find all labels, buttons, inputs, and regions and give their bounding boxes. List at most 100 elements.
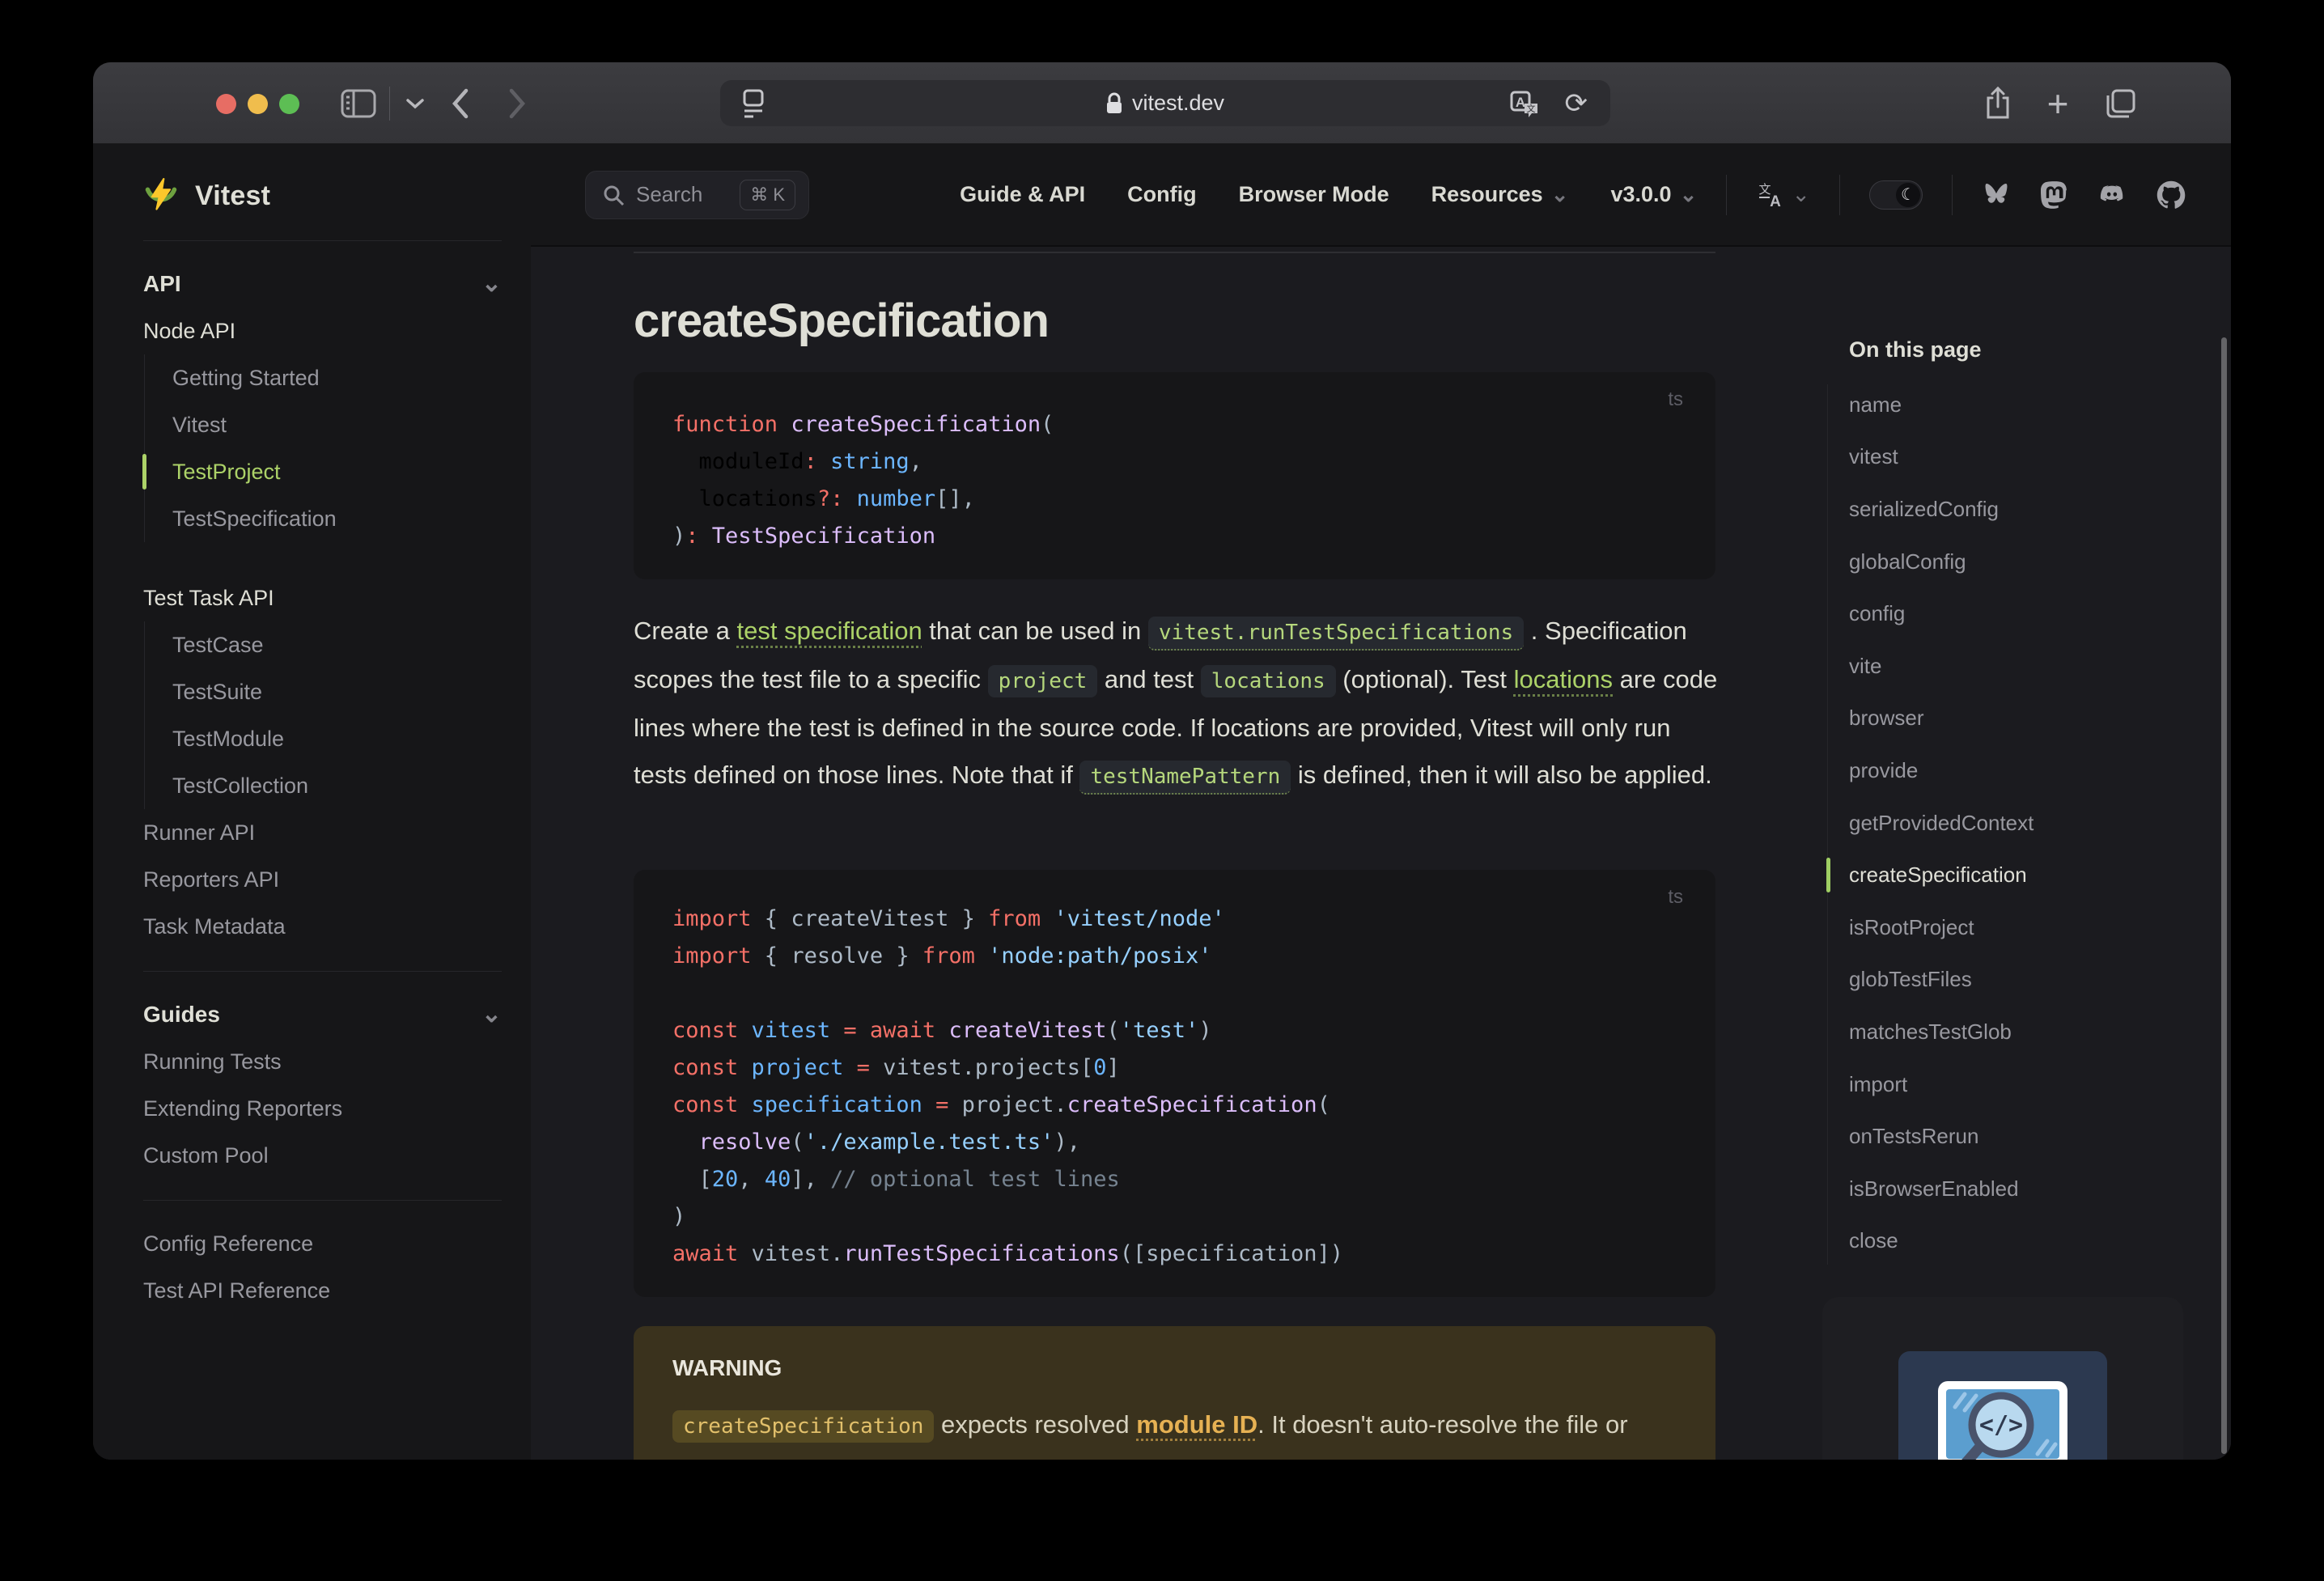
inline-link[interactable]: module ID	[1136, 1410, 1257, 1439]
sidebar-item[interactable]: Custom Pool	[143, 1132, 502, 1179]
address-bar[interactable]: vitest.dev A 文 ⟳	[720, 80, 1610, 126]
sidebar-item-active[interactable]: TestProject	[142, 448, 502, 495]
toc-item[interactable]: close	[1849, 1215, 2034, 1268]
search-button[interactable]: Search ⌘ K	[585, 170, 809, 219]
tab-group-chevron-button[interactable]	[399, 62, 431, 144]
translate-icon: A 文	[1510, 91, 1537, 117]
sidebar-item[interactable]: Running Tests	[143, 1038, 502, 1085]
reload-button[interactable]: ⟳	[1565, 87, 1588, 120]
sidebar-item[interactable]: Task Metadata	[143, 903, 502, 950]
minimize-window-button[interactable]	[248, 94, 268, 114]
nav-dropdown[interactable]: Resources ⌄	[1431, 182, 1569, 207]
inline-link[interactable]: locations	[1514, 665, 1613, 693]
sidebar-toggle-button[interactable]	[336, 62, 381, 144]
mastodon-link[interactable]	[2040, 180, 2067, 210]
chevron-down-icon: ⌄	[1550, 182, 1569, 206]
sidebar-item[interactable]: Config Reference	[143, 1220, 502, 1267]
toolbar-divider	[389, 87, 390, 121]
page-scrollbar[interactable]	[2221, 337, 2227, 1454]
inline-link[interactable]: vitest.runTestSpecifications	[1147, 617, 1525, 651]
brand[interactable]: Vitest	[143, 173, 531, 218]
github-link[interactable]	[2156, 180, 2186, 210]
inline-code: createSpecification	[672, 1410, 935, 1443]
inline-code: project	[987, 665, 1098, 697]
chevron-down-icon: ⌄	[481, 1001, 502, 1028]
close-window-button[interactable]	[216, 94, 236, 114]
toc-item[interactable]: getProvidedContext	[1849, 797, 2034, 850]
sponsor-card[interactable]: </>	[1822, 1297, 2183, 1460]
nav-link[interactable]: Browser Mode	[1239, 182, 1389, 207]
nav-dropdown[interactable]: v3.0.0 ⌄	[1611, 182, 1698, 207]
discord-icon	[2100, 184, 2123, 201]
sidebar-item[interactable]: Runner API	[143, 809, 502, 856]
toc-item[interactable]: serializedConfig	[1849, 483, 2034, 536]
webpage: Vitest API ⌄ Node API Getting Started Vitest…	[93, 144, 2231, 1460]
warning-callout: WARNING createSpecification expects reso…	[634, 1326, 1715, 1460]
toc-item[interactable]: vitest	[1849, 431, 2034, 484]
inline-link[interactable]: test specification	[737, 617, 922, 645]
sidebar-item[interactable]: TestCollection	[144, 762, 502, 809]
code-lang-badge: ts	[1668, 388, 1683, 410]
chevron-left-icon	[452, 88, 469, 118]
toc-item[interactable]: matchesTestGlob	[1849, 1006, 2034, 1058]
sidebar-item[interactable]: Vitest	[144, 401, 502, 448]
translate-button[interactable]: A 文	[1508, 87, 1541, 120]
toc-item-active[interactable]: createSpecification	[1826, 849, 2034, 901]
sidebar-item[interactable]: Getting Started	[144, 354, 502, 401]
forward-button[interactable]	[496, 62, 538, 144]
toc-item[interactable]: name	[1849, 379, 2034, 431]
brand-label: Vitest	[195, 180, 271, 211]
toc-item[interactable]: config	[1849, 587, 2034, 640]
chevron-down-icon: ⌄	[1792, 182, 1810, 206]
sidebar-item[interactable]: TestSpecification	[144, 495, 502, 542]
toc-item[interactable]: provide	[1849, 744, 2034, 797]
sidebar-item[interactable]: TestSuite	[144, 668, 502, 715]
sidebar-item[interactable]: Reporters API	[143, 856, 502, 903]
tab-overview-button[interactable]	[2098, 62, 2144, 144]
nav-link[interactable]: Config	[1127, 182, 1196, 207]
toggle-knob: ☾	[1896, 182, 1920, 207]
sidebar-nav: API ⌄ Node API Getting Started Vitest TestPro…	[142, 261, 531, 1314]
share-button[interactable]	[1975, 62, 2021, 144]
sidebar-toggle-icon	[341, 89, 376, 117]
language-menu[interactable]: 文 A ⌄	[1756, 180, 1810, 210]
toc-item[interactable]: globTestFiles	[1849, 954, 2034, 1007]
doc-content: createSpecification ts function createSp…	[531, 247, 2231, 1460]
sidebar-group-header[interactable]: API ⌄	[143, 261, 502, 307]
docs-sidebar: Vitest API ⌄ Node API Getting Started Vitest…	[93, 144, 531, 1460]
toc-item[interactable]: isBrowserEnabled	[1849, 1163, 2034, 1215]
code-block-example: ts import { createVitest } from 'vitest/…	[634, 870, 1715, 1297]
dark-mode-toggle[interactable]: ☾	[1869, 180, 1923, 210]
sidebar-item[interactable]: Extending Reporters	[143, 1085, 502, 1132]
sidebar-item[interactable]: Node API	[143, 307, 502, 354]
svg-text:</>: </>	[1979, 1411, 2023, 1439]
toc-item[interactable]: globalConfig	[1849, 536, 2034, 588]
toc-item[interactable]: isRootProject	[1849, 901, 2034, 954]
search-icon	[604, 185, 625, 206]
svg-text:A: A	[1771, 193, 1782, 210]
toc-item[interactable]: onTestsRerun	[1849, 1110, 2034, 1163]
inline-code: locations	[1200, 665, 1336, 697]
sidebar-item[interactable]: TestModule	[144, 715, 502, 762]
nav-link[interactable]: Guide & API	[960, 182, 1085, 207]
search-label: Search	[636, 182, 703, 206]
sidebar-item[interactable]: TestCase	[144, 621, 502, 668]
bluesky-link[interactable]	[1982, 181, 2011, 209]
new-tab-button[interactable]: +	[2035, 62, 2080, 144]
tabs-icon	[2106, 89, 2135, 117]
sidebar-item[interactable]: Test API Reference	[143, 1267, 502, 1314]
vitest-logo-icon	[145, 178, 177, 210]
inline-link[interactable]: testNamePattern	[1079, 761, 1291, 795]
back-button[interactable]	[439, 62, 481, 144]
sidebar-group-header[interactable]: Guides ⌄	[143, 991, 502, 1038]
sidebar-item[interactable]: Test Task API	[143, 574, 502, 621]
zoom-window-button[interactable]	[279, 94, 299, 114]
nav-links: Guide & API Config Browser Mode Resources ⌄ v…	[960, 182, 1697, 207]
discord-link[interactable]	[2097, 181, 2127, 209]
toc-item[interactable]: vite	[1849, 640, 2034, 693]
toc-item[interactable]: import	[1849, 1058, 2034, 1111]
svg-text:文: 文	[1527, 103, 1536, 114]
toc-item[interactable]: browser	[1849, 693, 2034, 745]
share-icon	[1987, 86, 2009, 118]
browser-window: vitest.dev A 文 ⟳ + Vitest API ⌄ Node API…	[93, 62, 2231, 1460]
